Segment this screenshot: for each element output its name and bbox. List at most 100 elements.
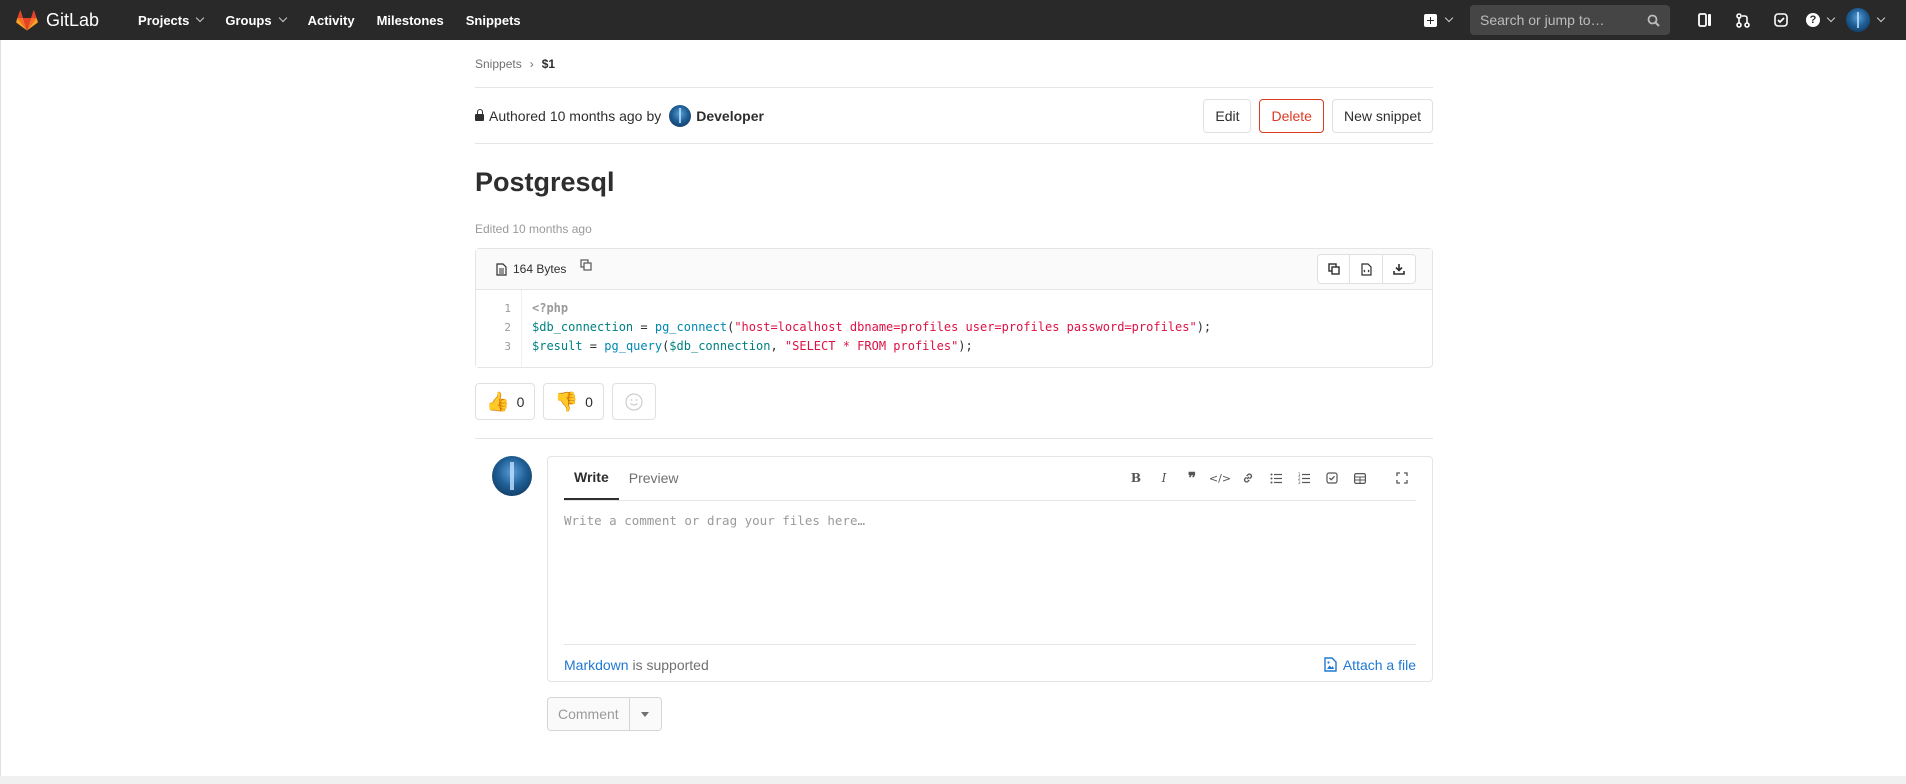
code-line: $db_connection = pg_connect("host=localh…: [532, 318, 1211, 337]
authored-by-label: by: [646, 107, 662, 124]
smiley-icon: [625, 392, 643, 411]
supported-text: is supported: [628, 656, 709, 673]
thumbsup-count: 0: [516, 393, 525, 410]
quote-icon[interactable]: ❞: [1178, 464, 1206, 492]
download-button[interactable]: [1383, 254, 1416, 284]
breadcrumb-current[interactable]: $1: [542, 57, 555, 71]
lock-icon: [475, 109, 484, 121]
markdown-link[interactable]: Markdown: [564, 657, 629, 673]
new-snippet-button[interactable]: New snippet: [1331, 98, 1433, 133]
new-dropdown-button[interactable]: [1424, 13, 1454, 27]
top-navbar: GitLab Projects Groups Activity Mileston…: [0, 0, 1906, 40]
comment-type-dropdown[interactable]: [629, 697, 662, 731]
comment-button[interactable]: Comment: [547, 697, 630, 731]
copy-icon: [580, 259, 592, 271]
thumbsdown-count: 0: [585, 393, 593, 410]
nav-snippets[interactable]: Snippets: [455, 0, 532, 40]
file-actions: [1317, 254, 1416, 284]
code-token: "host=localhost dbname=profiles user=pro…: [734, 320, 1197, 334]
thumbsdown-award-button[interactable]: 👎 0: [543, 383, 604, 420]
numbered-list-icon[interactable]: 123: [1290, 464, 1318, 492]
breadcrumb: Snippets › $1: [475, 40, 1433, 88]
author-avatar[interactable]: [669, 104, 692, 127]
search-input[interactable]: Search or jump to…: [1480, 12, 1647, 28]
edited-info: Edited 10 months ago: [475, 222, 1433, 238]
user-menu[interactable]: [1846, 8, 1886, 32]
gitlab-logo[interactable]: GitLab: [16, 0, 99, 40]
chevron-down-icon: [1444, 13, 1454, 23]
nav-projects[interactable]: Projects: [127, 0, 214, 40]
help-dropdown[interactable]: ?: [1806, 13, 1836, 27]
code-token: =: [582, 339, 605, 353]
bottom-scroll-area: [0, 776, 1906, 784]
tab-preview[interactable]: Preview: [619, 456, 689, 500]
raw-file-button[interactable]: [1350, 254, 1383, 284]
copy-file-path-button[interactable]: [580, 258, 592, 274]
bullet-list-icon[interactable]: [1262, 464, 1290, 492]
file-icon: [496, 262, 507, 276]
link-icon[interactable]: [1234, 464, 1262, 492]
add-reaction-button[interactable]: [611, 383, 656, 420]
breadcrumb-snippets[interactable]: Snippets: [475, 57, 522, 71]
edited-label: Edited: [475, 222, 510, 236]
copy-contents-button[interactable]: [1317, 254, 1350, 284]
code-token: $result: [532, 339, 583, 353]
markdown-header: Write Preview B I ❞ </> 123: [564, 457, 1416, 501]
search-icon: [1647, 14, 1660, 27]
page-left-border: [0, 40, 1, 776]
search-box[interactable]: Search or jump to…: [1470, 5, 1670, 35]
current-user-avatar[interactable]: [492, 456, 532, 496]
tab-write[interactable]: Write: [564, 456, 619, 500]
nav-milestones-label: Milestones: [376, 12, 444, 28]
edit-button[interactable]: Edit: [1203, 98, 1252, 133]
issues-button[interactable]: [1686, 0, 1724, 40]
user-avatar: [1846, 8, 1870, 32]
snippet-actions: Edit Delete New snippet: [1203, 98, 1433, 133]
nav-activity[interactable]: Activity: [297, 0, 366, 40]
code-line: <?php: [532, 299, 1211, 318]
line-number[interactable]: 3: [476, 337, 511, 356]
markdown-toolbar: B I ❞ </> 123: [1122, 456, 1416, 500]
page-title: Postgresql: [475, 167, 615, 197]
code-token: "SELECT * FROM profiles": [784, 339, 959, 353]
comment-form: Write Preview B I ❞ </> 123 Write a comm…: [475, 456, 1433, 684]
italic-icon[interactable]: I: [1150, 464, 1178, 492]
nav-projects-label: Projects: [138, 12, 190, 28]
file-size: 164 Bytes: [513, 262, 567, 276]
task-list-icon[interactable]: [1318, 464, 1346, 492]
bold-icon[interactable]: B: [1122, 464, 1150, 492]
code-icon[interactable]: </>: [1206, 464, 1234, 492]
merge-request-icon: [1736, 12, 1750, 28]
award-buttons: 👍 0 👎 0: [475, 383, 1433, 420]
merge-requests-button[interactable]: [1724, 0, 1762, 40]
copy-icon: [1327, 263, 1340, 275]
thumbsdown-icon: 👎: [554, 391, 579, 413]
nav-groups[interactable]: Groups: [214, 0, 296, 40]
thumbsup-award-button[interactable]: 👍 0: [475, 383, 536, 420]
issues-icon: [1698, 13, 1711, 27]
gitlab-tanuki-icon: [16, 9, 38, 30]
divider: [475, 438, 1433, 439]
fullscreen-icon[interactable]: [1388, 464, 1416, 492]
thumbsup-icon: 👍: [486, 391, 510, 413]
line-number[interactable]: 1: [476, 299, 511, 318]
code-token: pg_connect: [654, 320, 728, 334]
nav-groups-label: Groups: [225, 12, 272, 28]
todos-button[interactable]: [1762, 0, 1800, 40]
comment-textarea[interactable]: [564, 501, 1418, 641]
help-icon: ?: [1806, 13, 1820, 27]
code-token: $db_connection: [532, 320, 634, 334]
image-file-icon: [1324, 657, 1337, 672]
nav-milestones[interactable]: Milestones: [366, 0, 455, 40]
code-token: pg_query: [604, 339, 663, 353]
author-name[interactable]: Developer: [696, 108, 764, 124]
comment-submit-group: Comment: [547, 697, 662, 731]
line-number[interactable]: 2: [476, 318, 511, 337]
attach-file-button[interactable]: Attach a file: [1324, 657, 1416, 673]
code-token: );: [1196, 320, 1212, 334]
delete-button[interactable]: Delete: [1259, 98, 1324, 133]
chevron-down-icon: [278, 13, 287, 23]
code-token: );: [958, 339, 973, 353]
table-icon[interactable]: [1346, 464, 1374, 492]
attach-file-label: Attach a file: [1342, 656, 1416, 673]
